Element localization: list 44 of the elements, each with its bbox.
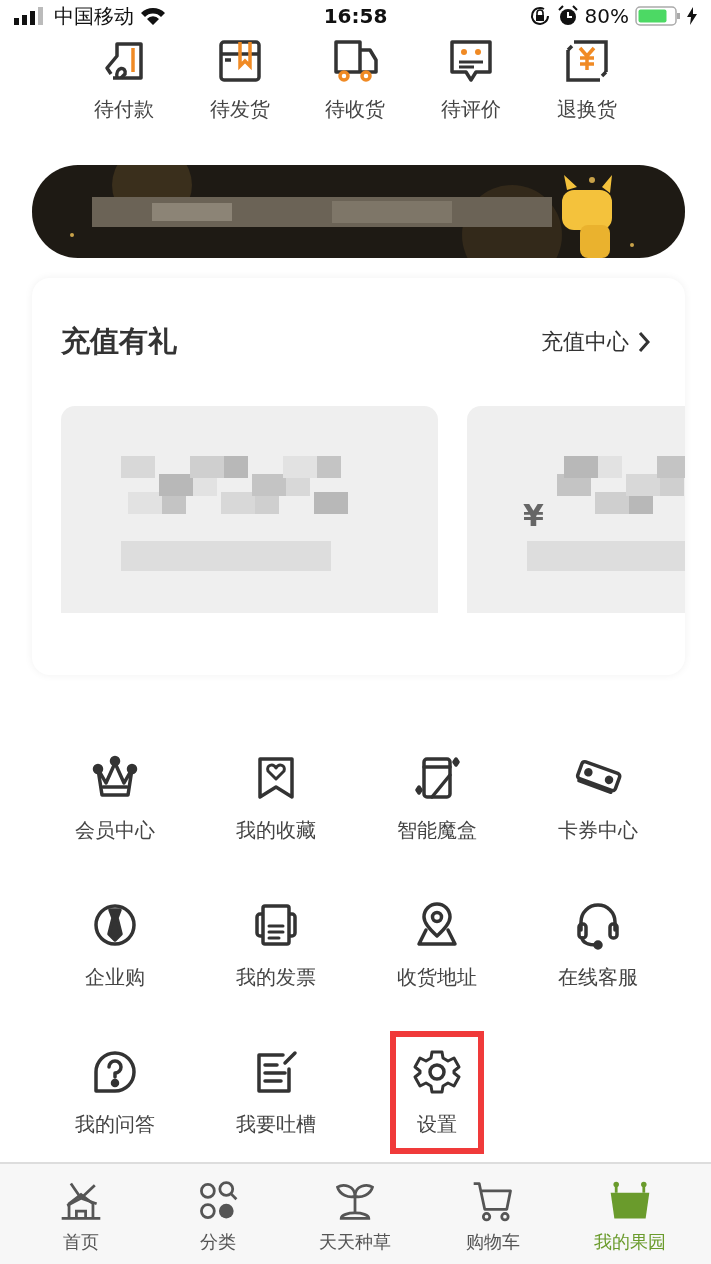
status-time: 16:58 [323, 4, 388, 28]
service-item[interactable]: 在线客服 [535, 884, 660, 1007]
service-label: 设置 [416, 1111, 457, 1138]
service-label: 智能魔盒 [396, 817, 477, 844]
service-label: 我要吐槽 [235, 1111, 316, 1138]
tab-bar-item[interactable]: 分类 [163, 1164, 274, 1264]
battery-icon [635, 6, 681, 26]
alarm-icon [556, 5, 579, 27]
service-item[interactable]: 我的问答 [52, 1031, 177, 1154]
service-item[interactable]: 我的发票 [213, 884, 338, 1007]
service-label: 我的问答 [74, 1111, 155, 1138]
service-label: 我的发票 [235, 964, 316, 991]
tab-bar-item[interactable]: 购物车 [437, 1164, 548, 1264]
chevron-right-icon [637, 331, 651, 353]
service-item[interactable]: 企业购 [62, 884, 167, 1007]
service-item[interactable]: 我的收藏 [213, 737, 338, 860]
order-status-label[interactable]: 待评价 [441, 96, 502, 123]
service-label: 在线客服 [557, 964, 638, 991]
section-title: 充值有礼 [61, 323, 177, 360]
service-label: 会员中心 [74, 817, 155, 844]
recharge-center-link[interactable]: 充值中心 [535, 326, 657, 358]
wifi-icon [140, 6, 166, 26]
rotation-lock-icon [528, 5, 551, 27]
service-label: 收货地址 [396, 964, 477, 991]
service-label: 我的收藏 [235, 817, 316, 844]
service-item[interactable]: 智能魔盒 [374, 737, 499, 860]
order-status-label[interactable]: 待付款 [93, 96, 154, 123]
battery-percent: 80% [584, 4, 629, 28]
tab-bar-item[interactable]: 首页 [25, 1164, 136, 1264]
charging-icon [687, 7, 697, 25]
tab-bar-item[interactable]: 天天种草 [300, 1164, 411, 1264]
recharge-card[interactable]: ¥ [467, 406, 685, 613]
order-status-label[interactable]: 退换货 [557, 96, 618, 123]
order-status-label[interactable]: 待收货 [325, 96, 386, 123]
service-item[interactable]: 收货地址 [374, 884, 499, 1007]
highlight-frame[interactable]: 设置 [389, 1031, 484, 1154]
carrier-name: 中国移动 [54, 2, 134, 30]
service-item[interactable]: 会员中心 [52, 737, 177, 860]
service-item[interactable]: 卡券中心 [535, 737, 660, 860]
currency-symbol: ¥ [523, 498, 544, 533]
service-label: 卡券中心 [557, 817, 638, 844]
service-item[interactable]: 我要吐槽 [213, 1031, 338, 1154]
service-label: 企业购 [84, 964, 145, 991]
order-status-label[interactable]: 待发货 [209, 96, 270, 123]
